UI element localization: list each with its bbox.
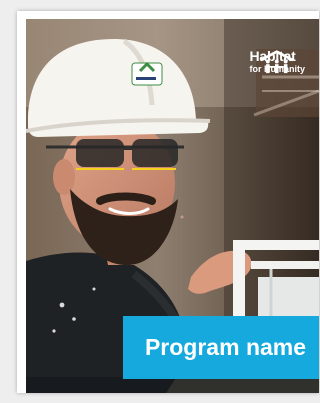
program-name: Program name <box>144 334 307 360</box>
program-label-box[interactable]: Program name <box>123 316 319 379</box>
program-card[interactable]: Habitat for Humanity Program name <box>17 11 319 393</box>
habitat-house-people-logo-icon <box>260 50 294 74</box>
habitat-logo[interactable]: Habitat for Humanity <box>249 49 305 74</box>
volunteer-photo: Habitat for Humanity Program name <box>26 19 319 393</box>
